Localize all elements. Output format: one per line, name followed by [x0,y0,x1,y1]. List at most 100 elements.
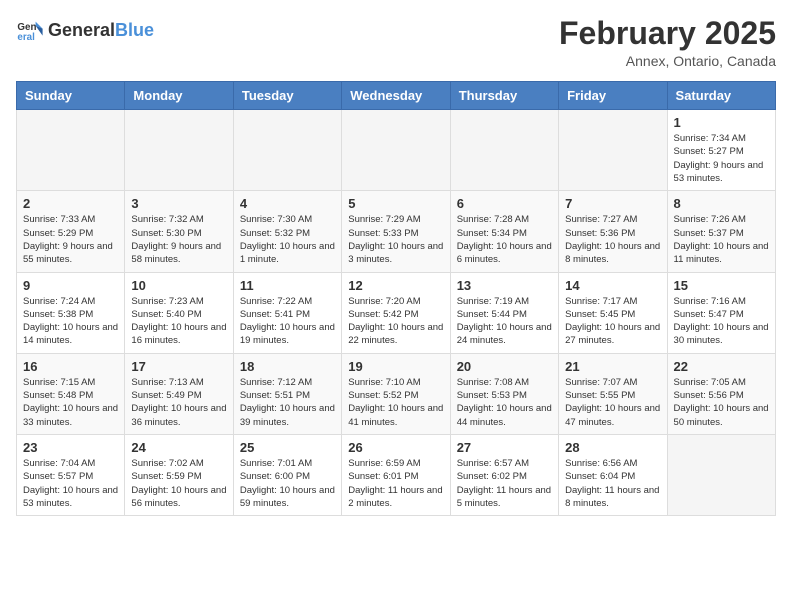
calendar-cell [125,110,233,191]
day-info: Sunrise: 7:01 AMSunset: 6:00 PMDaylight:… [240,457,335,510]
day-info: Sunrise: 6:57 AMSunset: 6:02 PMDaylight:… [457,457,552,510]
calendar-cell [342,110,450,191]
calendar-cell [17,110,125,191]
calendar-cell: 5 Sunrise: 7:29 AMSunset: 5:33 PMDaylight… [342,191,450,272]
day-number: 22 [674,359,769,374]
calendar-cell: 12 Sunrise: 7:20 AMSunset: 5:42 PMDayligh… [342,272,450,353]
calendar-cell: 15 Sunrise: 7:16 AMSunset: 5:47 PMDayligh… [667,272,775,353]
calendar-cell: 10 Sunrise: 7:23 AMSunset: 5:40 PMDayligh… [125,272,233,353]
calendar-cell: 14 Sunrise: 7:17 AMSunset: 5:45 PMDayligh… [559,272,667,353]
day-info: Sunrise: 7:20 AMSunset: 5:42 PMDaylight:… [348,295,443,348]
calendar-cell: 9Sunrise: 7:24 AMSunset: 5:38 PMDaylight… [17,272,125,353]
calendar-cell: 8 Sunrise: 7:26 AMSunset: 5:37 PMDaylight… [667,191,775,272]
week-row-2: 2Sunrise: 7:33 AMSunset: 5:29 PMDaylight… [17,191,776,272]
weekday-header-row: SundayMondayTuesdayWednesdayThursdayFrid… [17,82,776,110]
weekday-header-monday: Monday [125,82,233,110]
weekday-header-sunday: Sunday [17,82,125,110]
day-info: Sunrise: 7:15 AMSunset: 5:48 PMDaylight:… [23,376,118,429]
weekday-header-friday: Friday [559,82,667,110]
calendar-cell: 3 Sunrise: 7:32 AMSunset: 5:30 PMDaylight… [125,191,233,272]
day-info: Sunrise: 7:26 AMSunset: 5:37 PMDaylight:… [674,213,769,266]
day-info: Sunrise: 7:17 AMSunset: 5:45 PMDaylight:… [565,295,660,348]
svg-text:eral: eral [17,32,35,43]
day-info: Sunrise: 7:07 AMSunset: 5:55 PMDaylight:… [565,376,660,429]
calendar-cell: 24Sunrise: 7:02 AMSunset: 5:59 PMDayligh… [125,434,233,515]
week-row-3: 9Sunrise: 7:24 AMSunset: 5:38 PMDaylight… [17,272,776,353]
calendar-cell: 17Sunrise: 7:13 AMSunset: 5:49 PMDayligh… [125,353,233,434]
day-info: Sunrise: 6:59 AMSunset: 6:01 PMDaylight:… [348,457,443,510]
calendar-cell: 7 Sunrise: 7:27 AMSunset: 5:36 PMDaylight… [559,191,667,272]
week-row-1: 1 Sunrise: 7:34 AMSunset: 5:27 PMDaylight… [17,110,776,191]
day-info: Sunrise: 7:22 AMSunset: 5:41 PMDaylight:… [240,295,335,348]
calendar-cell: 25 Sunrise: 7:01 AMSunset: 6:00 PMDayligh… [233,434,341,515]
day-info: Sunrise: 6:56 AMSunset: 6:04 PMDaylight:… [565,457,660,510]
calendar-cell: 18 Sunrise: 7:12 AMSunset: 5:51 PMDayligh… [233,353,341,434]
calendar-cell [450,110,558,191]
day-number: 3 [131,196,226,211]
day-number: 7 [565,196,660,211]
day-number: 8 [674,196,769,211]
day-number: 1 [674,115,769,130]
calendar-cell [667,434,775,515]
day-info: Sunrise: 7:29 AMSunset: 5:33 PMDaylight:… [348,213,443,266]
day-number: 28 [565,440,660,455]
day-info: Sunrise: 7:28 AMSunset: 5:34 PMDaylight:… [457,213,552,266]
day-number: 21 [565,359,660,374]
logo: Gen eral GeneralBlue [16,16,154,44]
day-info: Sunrise: 7:04 AMSunset: 5:57 PMDaylight:… [23,457,118,510]
calendar-cell: 11 Sunrise: 7:22 AMSunset: 5:41 PMDayligh… [233,272,341,353]
day-info: Sunrise: 7:34 AMSunset: 5:27 PMDaylight:… [674,132,769,185]
day-number: 5 [348,196,443,211]
day-info: Sunrise: 7:10 AMSunset: 5:52 PMDaylight:… [348,376,443,429]
day-number: 25 [240,440,335,455]
calendar-subtitle: Annex, Ontario, Canada [559,53,776,69]
calendar-cell: 27 Sunrise: 6:57 AMSunset: 6:02 PMDayligh… [450,434,558,515]
day-info: Sunrise: 7:12 AMSunset: 5:51 PMDaylight:… [240,376,335,429]
day-number: 10 [131,278,226,293]
day-info: Sunrise: 7:16 AMSunset: 5:47 PMDaylight:… [674,295,769,348]
calendar-cell: 6 Sunrise: 7:28 AMSunset: 5:34 PMDaylight… [450,191,558,272]
logo-text: GeneralBlue [48,20,154,41]
weekday-header-saturday: Saturday [667,82,775,110]
calendar-cell [233,110,341,191]
weekday-header-wednesday: Wednesday [342,82,450,110]
calendar-cell: 22 Sunrise: 7:05 AMSunset: 5:56 PMDayligh… [667,353,775,434]
day-number: 23 [23,440,118,455]
header: Gen eral GeneralBlue February 2025 Annex… [16,16,776,69]
day-number: 16 [23,359,118,374]
day-number: 6 [457,196,552,211]
day-info: Sunrise: 7:13 AMSunset: 5:49 PMDaylight:… [131,376,226,429]
day-info: Sunrise: 7:27 AMSunset: 5:36 PMDaylight:… [565,213,660,266]
day-info: Sunrise: 7:32 AMSunset: 5:30 PMDaylight:… [131,213,226,266]
day-number: 15 [674,278,769,293]
calendar-cell: 26 Sunrise: 6:59 AMSunset: 6:01 PMDayligh… [342,434,450,515]
day-number: 26 [348,440,443,455]
day-info: Sunrise: 7:23 AMSunset: 5:40 PMDaylight:… [131,295,226,348]
logo-icon: Gen eral [16,16,44,44]
title-area: February 2025 Annex, Ontario, Canada [559,16,776,69]
calendar-cell: 20Sunrise: 7:08 AMSunset: 5:53 PMDayligh… [450,353,558,434]
day-number: 13 [457,278,552,293]
calendar-cell: 23 Sunrise: 7:04 AMSunset: 5:57 PMDayligh… [17,434,125,515]
calendar-cell: 4 Sunrise: 7:30 AMSunset: 5:32 PMDaylight… [233,191,341,272]
day-info: Sunrise: 7:02 AMSunset: 5:59 PMDaylight:… [131,457,226,510]
day-info: Sunrise: 7:19 AMSunset: 5:44 PMDaylight:… [457,295,552,348]
calendar-cell: 28 Sunrise: 6:56 AMSunset: 6:04 PMDayligh… [559,434,667,515]
day-number: 18 [240,359,335,374]
weekday-header-tuesday: Tuesday [233,82,341,110]
day-number: 2 [23,196,118,211]
calendar-cell: 1 Sunrise: 7:34 AMSunset: 5:27 PMDaylight… [667,110,775,191]
calendar-cell: 16 Sunrise: 7:15 AMSunset: 5:48 PMDayligh… [17,353,125,434]
day-number: 4 [240,196,335,211]
calendar-cell: 2Sunrise: 7:33 AMSunset: 5:29 PMDaylight… [17,191,125,272]
day-number: 27 [457,440,552,455]
day-number: 12 [348,278,443,293]
day-number: 11 [240,278,335,293]
day-number: 19 [348,359,443,374]
day-number: 20 [457,359,552,374]
day-info: Sunrise: 7:30 AMSunset: 5:32 PMDaylight:… [240,213,335,266]
day-number: 14 [565,278,660,293]
day-info: Sunrise: 7:05 AMSunset: 5:56 PMDaylight:… [674,376,769,429]
calendar-cell [559,110,667,191]
week-row-4: 16 Sunrise: 7:15 AMSunset: 5:48 PMDayligh… [17,353,776,434]
